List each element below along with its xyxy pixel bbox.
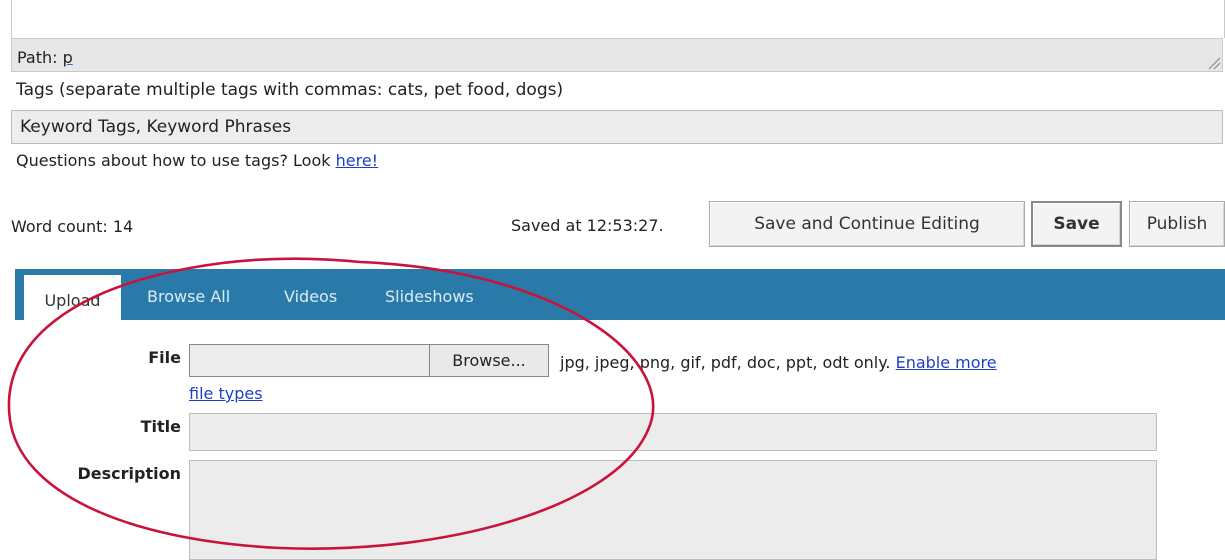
file-types-link[interactable]: file types — [189, 384, 263, 403]
enable-more-link[interactable]: Enable more — [896, 353, 997, 372]
tab-videos[interactable]: Videos — [284, 287, 337, 306]
path-indicator: Path: p — [17, 48, 73, 67]
tags-question: Questions about how to use tags? Look he… — [16, 151, 378, 170]
save-and-continue-button[interactable]: Save and Continue Editing — [709, 201, 1025, 247]
tags-help-text: Tags (separate multiple tags with commas… — [16, 80, 564, 100]
browse-button[interactable]: Browse... — [429, 344, 549, 377]
path-bar — [11, 38, 1223, 72]
tab-browse-all[interactable]: Browse All — [147, 287, 230, 306]
tags-input[interactable] — [11, 110, 1223, 144]
saved-status: Saved at 12:53:27. — [511, 216, 664, 235]
description-input[interactable] — [189, 460, 1157, 560]
title-input[interactable] — [189, 413, 1157, 451]
tab-upload[interactable]: Upload — [24, 275, 121, 325]
publish-button[interactable]: Publish — [1129, 201, 1225, 247]
content-editor[interactable] — [11, 0, 1225, 38]
save-button[interactable]: Save — [1031, 201, 1122, 247]
resize-grip-icon[interactable] — [1207, 56, 1221, 70]
tags-help-link[interactable]: here! — [336, 151, 378, 170]
path-label: Path: — [17, 48, 58, 67]
file-label: File — [148, 348, 181, 367]
description-label: Description — [77, 464, 181, 483]
tab-slideshows[interactable]: Slideshows — [385, 287, 474, 306]
allowed-file-types: jpg, jpeg, png, gif, pdf, doc, ppt, odt … — [560, 353, 997, 372]
tags-question-text: Questions about how to use tags? Look — [16, 151, 331, 170]
path-element[interactable]: p — [63, 48, 73, 67]
file-path-input[interactable] — [189, 344, 429, 377]
allowed-file-types-text: jpg, jpeg, png, gif, pdf, doc, ppt, odt … — [560, 353, 891, 372]
title-label: Title — [140, 417, 181, 436]
word-count: Word count: 14 — [11, 217, 134, 236]
